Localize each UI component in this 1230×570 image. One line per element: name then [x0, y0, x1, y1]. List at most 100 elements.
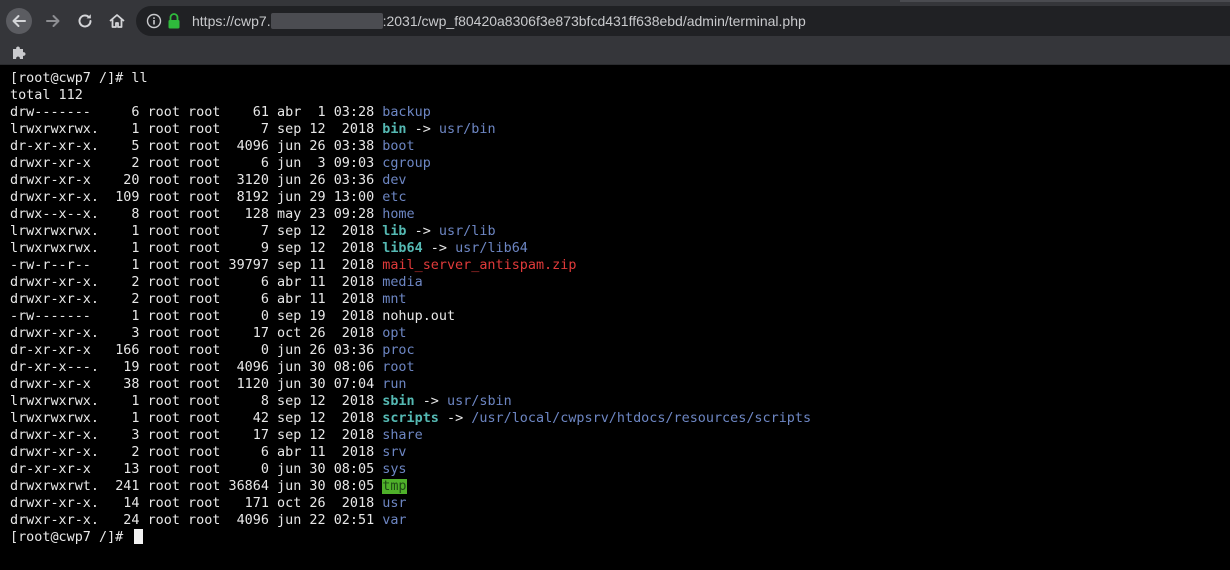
url-text[interactable]: https://cwp7.:2031/cwp_f80420a8306f3e873…: [192, 12, 806, 30]
entry-name: cgroup: [382, 156, 431, 171]
entry-group: root: [188, 479, 221, 494]
entry-perm: lrwxrwxrwx.: [10, 224, 108, 239]
entry-size: 6: [228, 275, 269, 290]
entry-size: 39797: [228, 258, 269, 273]
entry-links: 8: [115, 207, 140, 222]
entry-owner: root: [147, 224, 180, 239]
entry-time: 03:36: [333, 343, 375, 358]
entry-time: 02:51: [333, 513, 375, 528]
entry-name: usr: [382, 496, 407, 511]
entry-day: 12: [309, 394, 326, 409]
entry-size: 17: [228, 428, 269, 443]
entry-name: mnt: [382, 292, 407, 307]
reload-button[interactable]: [72, 8, 98, 34]
entry-perm: drwx--x--x.: [10, 207, 108, 222]
entry-links: 20: [115, 173, 140, 188]
entry-perm: dr-xr-xr-x.: [10, 139, 108, 154]
entry-name: lib64: [382, 241, 423, 256]
entry-links: 2: [115, 445, 140, 460]
entry-month: jun: [277, 156, 302, 171]
entry-time: 2018: [333, 241, 375, 256]
entry-name: proc: [382, 343, 415, 358]
entry-perm: lrwxrwxrwx.: [10, 122, 108, 137]
entry-size: 128: [228, 207, 269, 222]
entry-links: 6: [115, 105, 140, 120]
entry-name: backup: [382, 105, 431, 120]
listing-row: lrwxrwxrwx. 1 root root 7 sep 12 2018 li…: [10, 223, 1220, 240]
listing-row: drwxr-xr-x. 24 root root 4096 jun 22 02:…: [10, 512, 1220, 529]
listing-row: dr-xr-xr-x 166 root root 0 jun 26 03:36 …: [10, 342, 1220, 359]
listing-row: drwx--x--x. 8 root root 128 may 23 09:28…: [10, 206, 1220, 223]
entry-name: etc: [382, 190, 407, 205]
listing-row: drwxr-xr-x 38 root root 1120 jun 30 07:0…: [10, 376, 1220, 393]
forward-button[interactable]: [40, 8, 66, 34]
entry-owner: root: [147, 258, 180, 273]
entry-perm: dr-xr-xr-x: [10, 462, 108, 477]
entry-size: 7: [228, 224, 269, 239]
info-icon[interactable]: [146, 13, 162, 29]
entry-month: abr: [277, 445, 302, 460]
entry-perm: -rw-------: [10, 309, 108, 324]
listing-row: drwxr-xr-x. 3 root root 17 oct 26 2018 o…: [10, 325, 1220, 342]
entry-group: root: [188, 411, 221, 426]
entry-day: 23: [309, 207, 326, 222]
entry-time: 2018: [333, 309, 375, 324]
listing-row: -rw-r--r-- 1 root root 39797 sep 11 2018…: [10, 257, 1220, 274]
entry-links: 109: [115, 190, 140, 205]
command-text: ll: [131, 71, 148, 86]
entry-owner: root: [147, 360, 180, 375]
command-line: [root@cwp7 /]# ll: [10, 70, 1220, 87]
entry-perm: drwxr-xr-x.: [10, 190, 108, 205]
entry-owner: root: [147, 394, 180, 409]
entry-group: root: [188, 156, 221, 171]
entry-perm: drwxr-xr-x.: [10, 326, 108, 341]
entry-name: root: [382, 360, 415, 375]
redacted-host: [270, 13, 383, 29]
entry-day: 12: [309, 224, 326, 239]
entry-links: 38: [115, 377, 140, 392]
entry-month: sep: [277, 394, 302, 409]
terminal-output[interactable]: [root@cwp7 /]# ll total 112 drw------- 6…: [10, 70, 1220, 565]
entry-name: nohup.out: [382, 309, 456, 324]
listing-row: drwxr-xr-x. 2 root root 6 abr 11 2018 mn…: [10, 291, 1220, 308]
entry-group: root: [188, 309, 221, 324]
entry-group: root: [188, 428, 221, 443]
address-bar[interactable]: https://cwp7.:2031/cwp_f80420a8306f3e873…: [136, 6, 1230, 36]
entry-month: abr: [277, 275, 302, 290]
entry-time: 2018: [333, 394, 375, 409]
entry-name: bin: [382, 122, 407, 137]
entry-month: abr: [277, 105, 302, 120]
directory-listing: drw------- 6 root root 61 abr 1 03:28 ba…: [10, 104, 1220, 529]
entry-name: tmp: [382, 479, 407, 494]
entry-name: sys: [382, 462, 407, 477]
entry-day: 11: [309, 258, 326, 273]
prompt-text: [root@cwp7 /]#: [10, 530, 132, 545]
entry-group: root: [188, 105, 221, 120]
puzzle-piece-icon[interactable]: [10, 43, 28, 61]
lock-icon[interactable]: [166, 12, 182, 30]
entry-month: jun: [277, 513, 302, 528]
prompt-line[interactable]: [root@cwp7 /]#: [10, 529, 1220, 546]
entry-time: 2018: [333, 326, 375, 341]
entry-perm: lrwxrwxrwx.: [10, 241, 108, 256]
entry-name: home: [382, 207, 415, 222]
entry-size: 17: [228, 326, 269, 341]
entry-group: root: [188, 445, 221, 460]
entry-month: oct: [277, 326, 302, 341]
back-button[interactable]: [6, 8, 32, 34]
home-button[interactable]: [104, 8, 130, 34]
entry-day: 19: [309, 309, 326, 324]
entry-perm: dr-xr-x---.: [10, 360, 108, 375]
entry-owner: root: [147, 292, 180, 307]
entry-owner: root: [147, 190, 180, 205]
entry-owner: root: [147, 462, 180, 477]
entry-month: jun: [277, 190, 302, 205]
entry-time: 09:28: [333, 207, 375, 222]
tab-strip-edge: [900, 0, 1230, 2]
entry-perm: lrwxrwxrwx.: [10, 411, 108, 426]
entry-name: srv: [382, 445, 407, 460]
entry-perm: drwxrwxrwt.: [10, 479, 108, 494]
symlink-target: usr/lib: [438, 224, 496, 239]
entry-perm: drwxr-xr-x: [10, 377, 108, 392]
entry-links: 1: [115, 309, 140, 324]
